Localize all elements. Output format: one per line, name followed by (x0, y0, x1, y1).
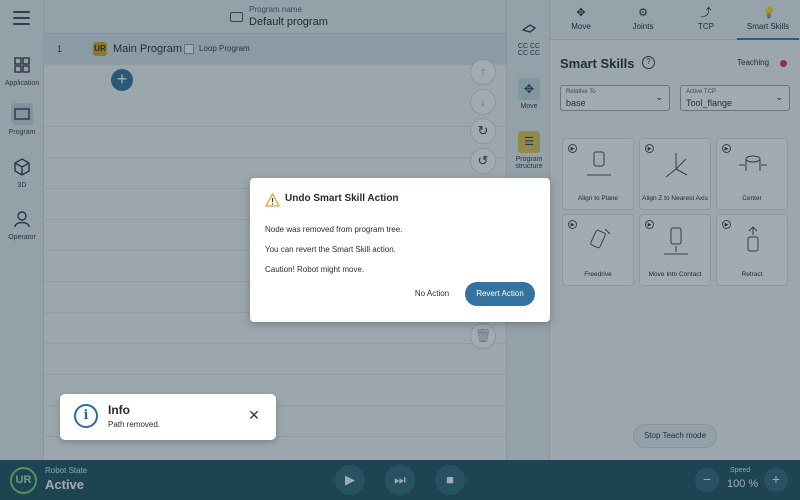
dialog-line-2: You can revert the Smart Skill action. (265, 245, 396, 254)
dialog-line-3: Caution! Robot might move. (265, 265, 365, 274)
close-icon[interactable]: ✕ (247, 408, 261, 422)
toast-title: Info (108, 403, 130, 417)
info-icon: i (74, 404, 98, 428)
dialog-title: Undo Smart Skill Action (285, 193, 399, 204)
toast-message: Path removed. (108, 420, 161, 429)
revert-action-button[interactable]: Revert Action (465, 282, 535, 306)
dialog-line-1: Node was removed from program tree. (265, 225, 403, 234)
info-toast: i Info Path removed. ✕ (60, 394, 276, 440)
undo-smart-skill-dialog: Undo Smart Skill Action Node was removed… (250, 178, 550, 322)
no-action-button[interactable]: No Action (408, 284, 456, 304)
warning-icon (265, 193, 280, 207)
